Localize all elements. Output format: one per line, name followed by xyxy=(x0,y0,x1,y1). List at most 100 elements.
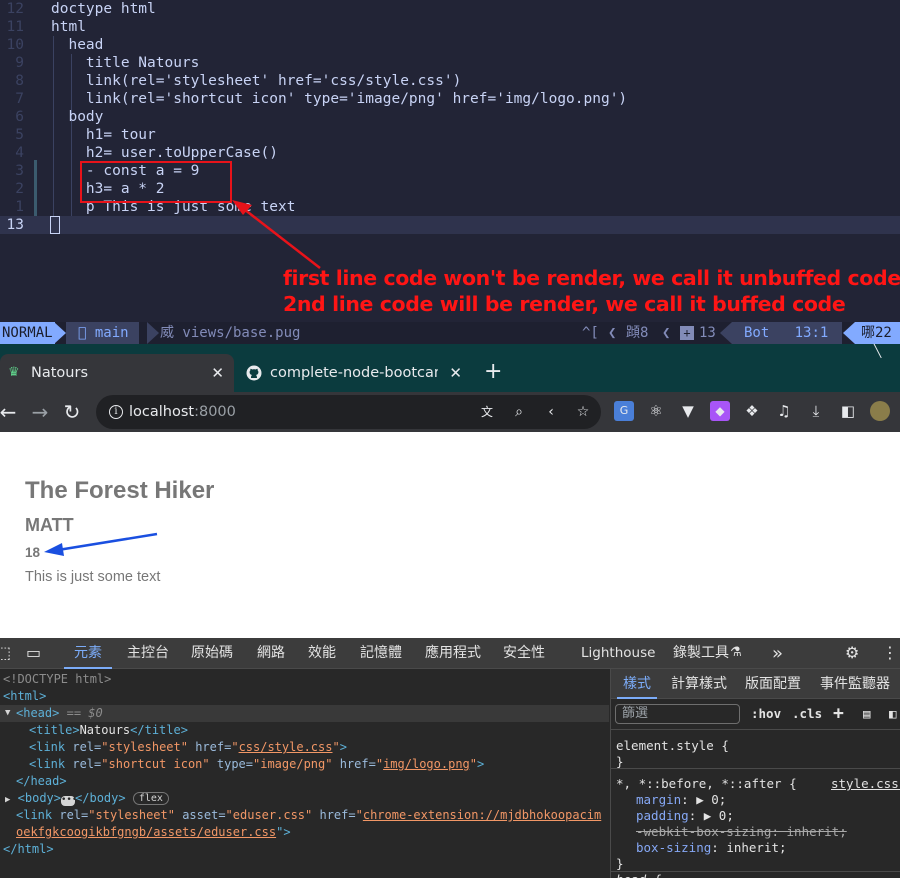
flask-icon: ⚗ xyxy=(730,645,742,660)
url-text[interactable]: localhost:8000 xyxy=(129,395,236,429)
react-devtools-icon[interactable]: ⚛ xyxy=(646,401,666,421)
decl-webkit-box-sizing[interactable]: -webkit-box-sizing: inherit; xyxy=(636,824,847,840)
tab-console[interactable]: 主控台 xyxy=(127,638,169,669)
style-source-link[interactable]: style.css: xyxy=(831,776,900,792)
link-extension-css[interactable]: chrome-extension://mjdbhokoopacim xyxy=(363,808,601,822)
reload-button[interactable]: ↻ xyxy=(58,398,86,426)
styles-pane: 樣式 計算樣式 版面配置 事件監聽器 篩選 :hov .cls + ▤ ◧ el… xyxy=(610,669,900,878)
vue-devtools-icon[interactable]: ▼ xyxy=(678,401,698,421)
styles-tab-bar: 樣式 計算樣式 版面配置 事件監聽器 xyxy=(611,669,900,699)
status-line: NORMAL  main 威 views/base.pug ^[ ❮ 蹞8 ❮… xyxy=(0,322,900,344)
dom-node-head-close[interactable]: </head> xyxy=(16,773,67,790)
tab-search-icon[interactable]: ╲ xyxy=(874,344,881,358)
browser-toolbar: ← → ↻ i localhost:8000 文 ⌕ ‹ ☆ G ⚛ ▼ ◆ ❖… xyxy=(0,392,900,432)
dom-node-doctype[interactable]: <!DOCTYPE html> xyxy=(3,671,111,688)
chevron-left-icon: ❮ xyxy=(662,325,671,341)
dom-node-body[interactable]: ▶ <body>•••</body> flex xyxy=(5,790,169,807)
tab-natours[interactable]: ♛ Natours ✕ xyxy=(0,354,234,392)
tab-sources[interactable]: 原始碼 xyxy=(191,638,233,669)
dom-node-link-extension[interactable]: <link rel="stylesheet" asset="eduser.css… xyxy=(16,807,601,824)
side-panel-icon[interactable]: ◧ xyxy=(838,401,858,421)
cls-button[interactable]: .cls xyxy=(792,704,822,724)
toggle-sidebar-icon[interactable]: ◧ xyxy=(889,704,897,724)
dom-node-link-icon[interactable]: <link rel="shortcut icon" type="image/pn… xyxy=(29,756,484,773)
column-badge: 哪22 xyxy=(855,322,900,344)
tab-elements[interactable]: 元素 xyxy=(64,638,112,669)
pending-keys: ^[ xyxy=(582,325,599,341)
devtools-tab-bar: ⬚ ▭ 元素 主控台 原始碼 網路 效能 記憶體 應用程式 安全性 Lighth… xyxy=(0,638,900,669)
device-toolbar-icon[interactable]: ▭ xyxy=(26,643,41,663)
google-translate-icon[interactable]: G xyxy=(614,401,634,421)
paint-icon[interactable]: ▤ xyxy=(863,704,871,724)
dom-node-title[interactable]: <title>Natours</title> xyxy=(29,722,188,739)
tab-performance[interactable]: 效能 xyxy=(308,638,336,669)
tab-lighthouse[interactable]: Lighthouse xyxy=(581,638,655,669)
vim-mode: NORMAL xyxy=(0,322,55,344)
tab-network[interactable]: 網路 xyxy=(257,638,285,669)
media-control-icon[interactable]: ♫ xyxy=(774,401,794,421)
link-logo[interactable]: img/logo.png xyxy=(383,757,470,771)
flex-badge[interactable]: flex xyxy=(132,792,169,805)
page-viewport: The Forest Hiker MATT 18 This is just so… xyxy=(0,432,900,638)
blue-annotation-arrow xyxy=(44,532,158,556)
new-tab-button[interactable]: + xyxy=(484,360,502,384)
more-options-icon[interactable]: ⋮ xyxy=(882,643,898,663)
tab-styles[interactable]: 樣式 xyxy=(617,669,657,699)
dom-tree[interactable]: <!DOCTYPE html> <html> ▼ <head> == $0 <ti… xyxy=(0,670,609,878)
tab-github[interactable]: complete-node-bootcamp ✕ xyxy=(236,354,472,392)
styles-filter-input[interactable]: 篩選 xyxy=(615,704,740,724)
address-bar[interactable]: i localhost:8000 文 ⌕ ‹ ☆ xyxy=(96,395,601,429)
tab-recorder[interactable]: 錄製工具 xyxy=(673,638,729,669)
tab-layout[interactable]: 版面配置 xyxy=(745,669,801,699)
browser-tab-strip: ♛ Natours ✕ complete-node-bootcamp ✕ + ╲ xyxy=(0,344,900,392)
extension-icon[interactable]: ◆ xyxy=(710,401,730,421)
tab-security[interactable]: 安全性 xyxy=(503,638,545,669)
dom-node-html[interactable]: <html> xyxy=(3,688,46,705)
separator-icon xyxy=(54,322,66,344)
element-style-rule[interactable]: element.style { xyxy=(616,738,729,754)
plus-square-icon: + xyxy=(680,326,694,340)
decl-margin[interactable]: margin: ▶ 0; xyxy=(636,792,726,808)
bookmark-star-icon[interactable]: ☆ xyxy=(574,403,592,421)
zoom-icon[interactable]: ⌕ xyxy=(510,403,528,421)
dom-node-html-close[interactable]: </html> xyxy=(3,841,54,858)
separator-icon xyxy=(843,322,855,344)
info-icon[interactable]: i xyxy=(109,405,123,419)
decl-padding[interactable]: padding: ▶ 0; xyxy=(636,808,734,824)
close-tab-icon[interactable]: ✕ xyxy=(449,354,462,392)
more-tabs-button[interactable]: » xyxy=(772,638,783,669)
divider xyxy=(611,729,900,730)
tab-computed[interactable]: 計算樣式 xyxy=(671,669,727,699)
next-rule-selector[interactable]: head { xyxy=(616,872,661,878)
ellipsis-icon[interactable]: ••• xyxy=(61,796,77,806)
dom-node-link-extension-cont[interactable]: oekfgkcoogikbfgngb/assets/eduser.css"> xyxy=(16,824,291,841)
natours-favicon-icon: ♛ xyxy=(8,365,20,380)
caret-down-icon[interactable]: ▼ xyxy=(5,705,10,722)
new-style-rule-icon[interactable]: + xyxy=(833,704,844,724)
lsp-status: 蹞8 xyxy=(626,325,649,341)
tab-application[interactable]: 應用程式 xyxy=(425,638,481,669)
link-css-style[interactable]: css/style.css xyxy=(239,740,333,754)
hov-button[interactable]: :hov xyxy=(751,704,781,724)
close-tab-icon[interactable]: ✕ xyxy=(211,354,224,392)
github-icon xyxy=(246,365,262,381)
forward-button[interactable]: → xyxy=(26,398,54,426)
settings-gear-icon[interactable]: ⚙ xyxy=(845,643,859,663)
dom-node-head[interactable]: ▼ <head> == $0 xyxy=(0,705,609,722)
puzzle-icon[interactable]: ❖ xyxy=(742,401,762,421)
code-editor[interactable]: 12 doctype html 11 html 10 head 9 title Na… xyxy=(0,0,900,322)
decl-box-sizing[interactable]: box-sizing: inherit; xyxy=(636,840,787,856)
tab-memory[interactable]: 記憶體 xyxy=(360,638,402,669)
dom-node-link-stylesheet[interactable]: <link rel="stylesheet" href="css/style.c… xyxy=(29,739,347,756)
universal-rule-selector[interactable]: *, *::before, *::after { xyxy=(616,776,797,792)
download-icon[interactable]: ⤓ xyxy=(806,401,826,421)
share-icon[interactable]: ‹ xyxy=(542,403,560,421)
devtools-panel: ⬚ ▭ 元素 主控台 原始碼 網路 效能 記憶體 應用程式 安全性 Lighth… xyxy=(0,638,900,878)
tab-event-listeners[interactable]: 事件監聽器 xyxy=(820,669,890,699)
inspect-element-icon[interactable]: ⬚ xyxy=(0,643,11,663)
annotation-text-2: 2nd line code will be render, we call it… xyxy=(283,292,846,316)
caret-right-icon[interactable]: ▶ xyxy=(5,795,10,805)
translate-icon[interactable]: 文 xyxy=(478,403,496,421)
avatar[interactable] xyxy=(870,401,890,421)
back-button[interactable]: ← xyxy=(0,398,22,426)
